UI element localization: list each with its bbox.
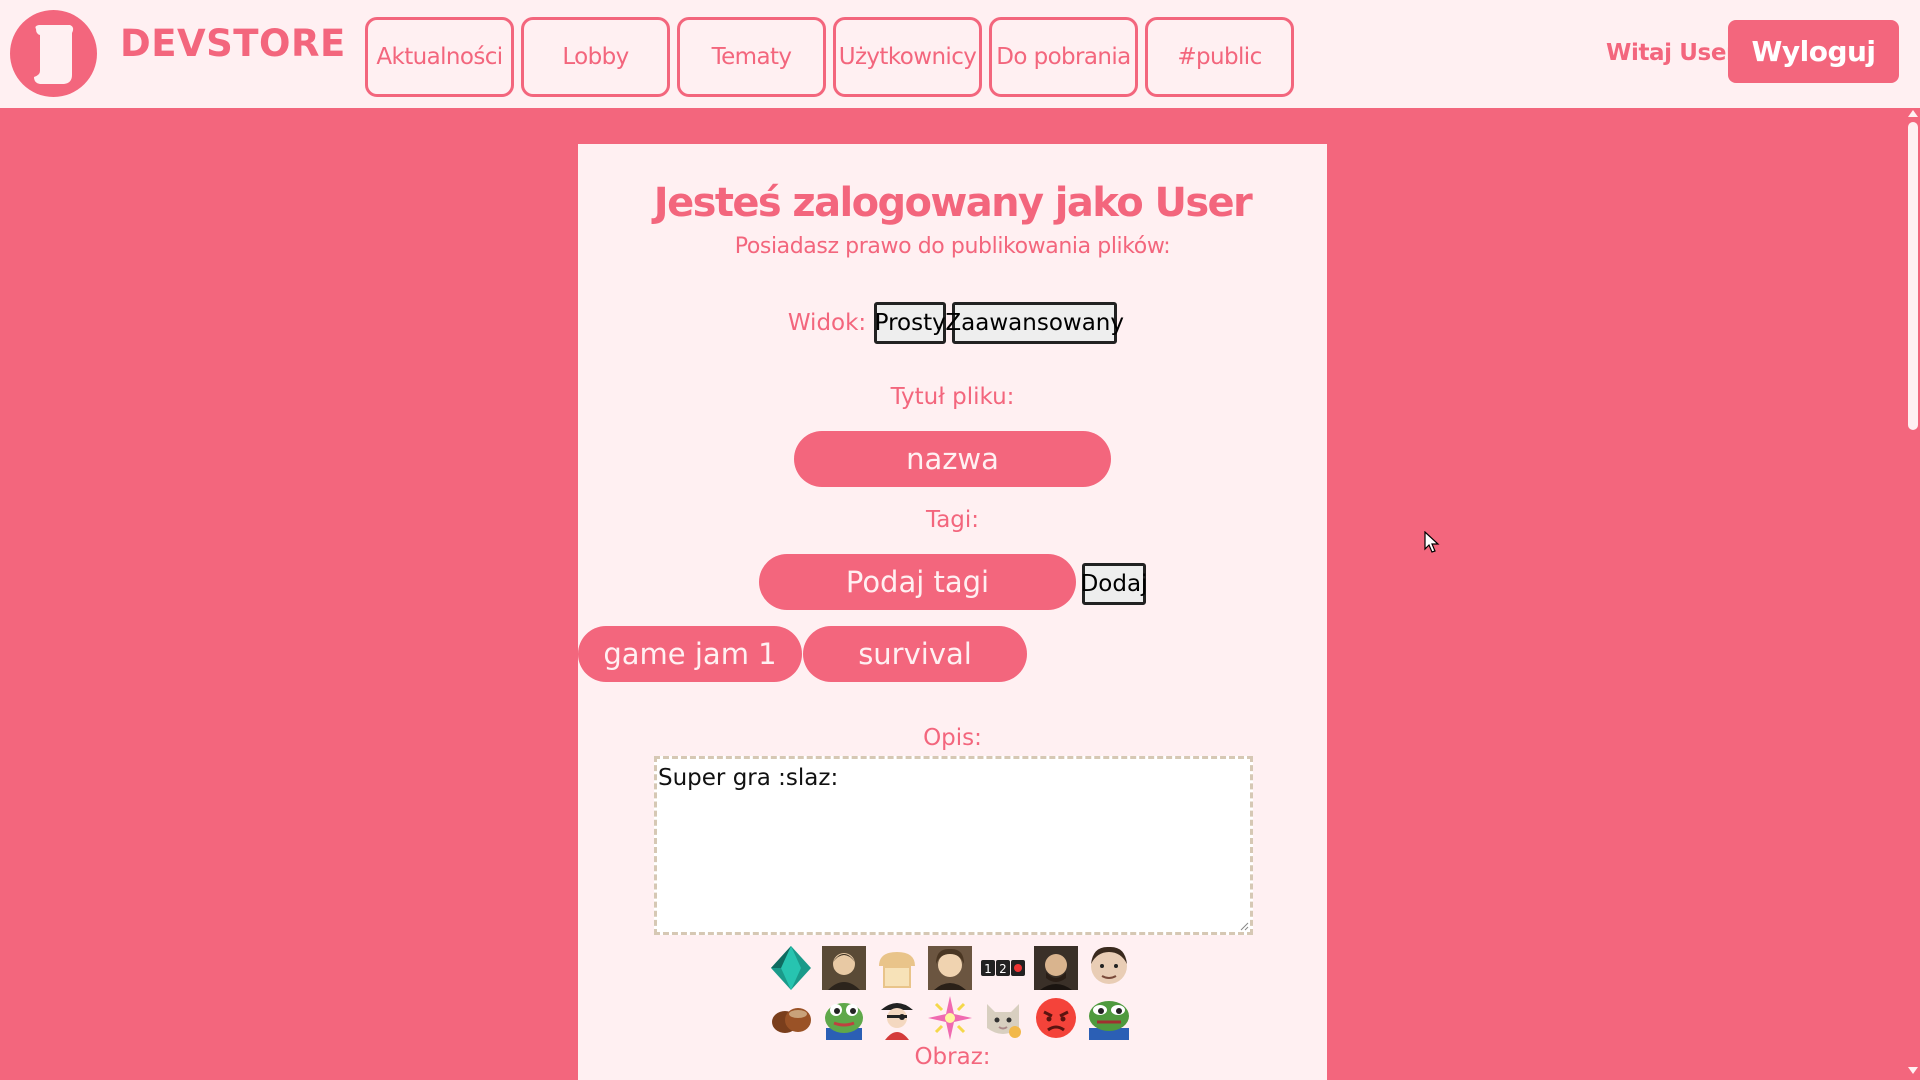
view-label: Widok: — [787, 310, 867, 336]
nav-lobby[interactable]: Lobby — [521, 17, 670, 97]
nav-users[interactable]: Użytkownicy — [833, 17, 982, 97]
description-textarea[interactable]: Super gra :slaz: — [654, 756, 1253, 935]
face-emoji-icon[interactable] — [1084, 943, 1134, 993]
angry-emoji-icon[interactable] — [1031, 993, 1081, 1043]
scroll-up-arrow-icon[interactable] — [1908, 110, 1918, 117]
nav-public[interactable]: #public — [1145, 17, 1294, 97]
mouse-cursor-icon — [1424, 531, 1440, 553]
brand-name[interactable]: DEVSTORE — [120, 22, 346, 65]
emoji-picker: 12 — [766, 943, 1137, 1043]
tag-chip-game-jam[interactable]: game jam 1 — [578, 626, 802, 682]
logout-button[interactable]: Wyloguj — [1728, 20, 1899, 83]
chestnut-emoji-icon[interactable] — [766, 993, 816, 1043]
logo-icon[interactable] — [10, 10, 97, 97]
frog-emoji-2-icon[interactable] — [1084, 993, 1134, 1043]
scrollbar-thumb[interactable] — [1908, 122, 1918, 430]
portrait-emoji-2-icon[interactable] — [925, 943, 975, 993]
nav-news[interactable]: Aktualności — [365, 17, 514, 97]
description-value: Super gra :slaz: — [658, 765, 839, 791]
portrait-emoji-1-icon[interactable] — [819, 943, 869, 993]
pirate-emoji-icon[interactable] — [872, 993, 922, 1043]
view-switch: Widok: Prosty Zaawansowany — [578, 302, 1327, 344]
tag-chip-survival[interactable]: survival — [803, 626, 1027, 682]
permission-subtitle: Posiadasz prawo do publikowania plików: — [734, 234, 1171, 259]
diamond-emoji-icon[interactable] — [766, 943, 816, 993]
scroll-down-arrow-icon[interactable] — [1908, 1067, 1918, 1074]
nav-topics[interactable]: Tematy — [677, 17, 826, 97]
add-tag-button[interactable]: Dodaj — [1081, 563, 1147, 605]
frog-emoji-1-icon[interactable] — [819, 993, 869, 1043]
tags-input[interactable]: Podaj tagi — [759, 554, 1076, 610]
cat-emoji-icon[interactable] — [978, 993, 1028, 1043]
tags-label: Tagi: — [925, 507, 980, 533]
page-title: Jesteś zalogowany jako User — [653, 180, 1253, 226]
numbers-emoji-icon[interactable]: 12 — [978, 943, 1028, 993]
svg-text:1: 1 — [984, 962, 992, 976]
welcome-text: Witaj User! — [1606, 40, 1748, 66]
upload-form-card: Jesteś zalogowany jako User Posiadasz pr… — [578, 144, 1327, 1080]
file-title-input[interactable]: nazwa — [794, 431, 1111, 487]
svg-text:2: 2 — [999, 962, 1007, 976]
portrait-emoji-3-icon[interactable] — [1031, 943, 1081, 993]
top-navigation-bar: DEVSTORE Aktualności Lobby Tematy Użytko… — [0, 0, 1920, 108]
view-simple-button[interactable]: Prosty — [874, 302, 947, 344]
bread-emoji-icon[interactable] — [872, 943, 922, 993]
view-advanced-button[interactable]: Zaawansowany — [945, 302, 1124, 344]
description-label: Opis: — [923, 725, 982, 751]
nav-downloads[interactable]: Do pobrania — [989, 17, 1138, 97]
resize-handle-icon[interactable] — [1239, 921, 1249, 931]
sparkle-emoji-icon[interactable] — [925, 993, 975, 1043]
image-label: Obraz: — [914, 1044, 991, 1070]
main-nav: Aktualności Lobby Tematy Użytkownicy Do … — [365, 17, 1294, 97]
file-title-label: Tytuł pliku: — [890, 384, 1015, 410]
